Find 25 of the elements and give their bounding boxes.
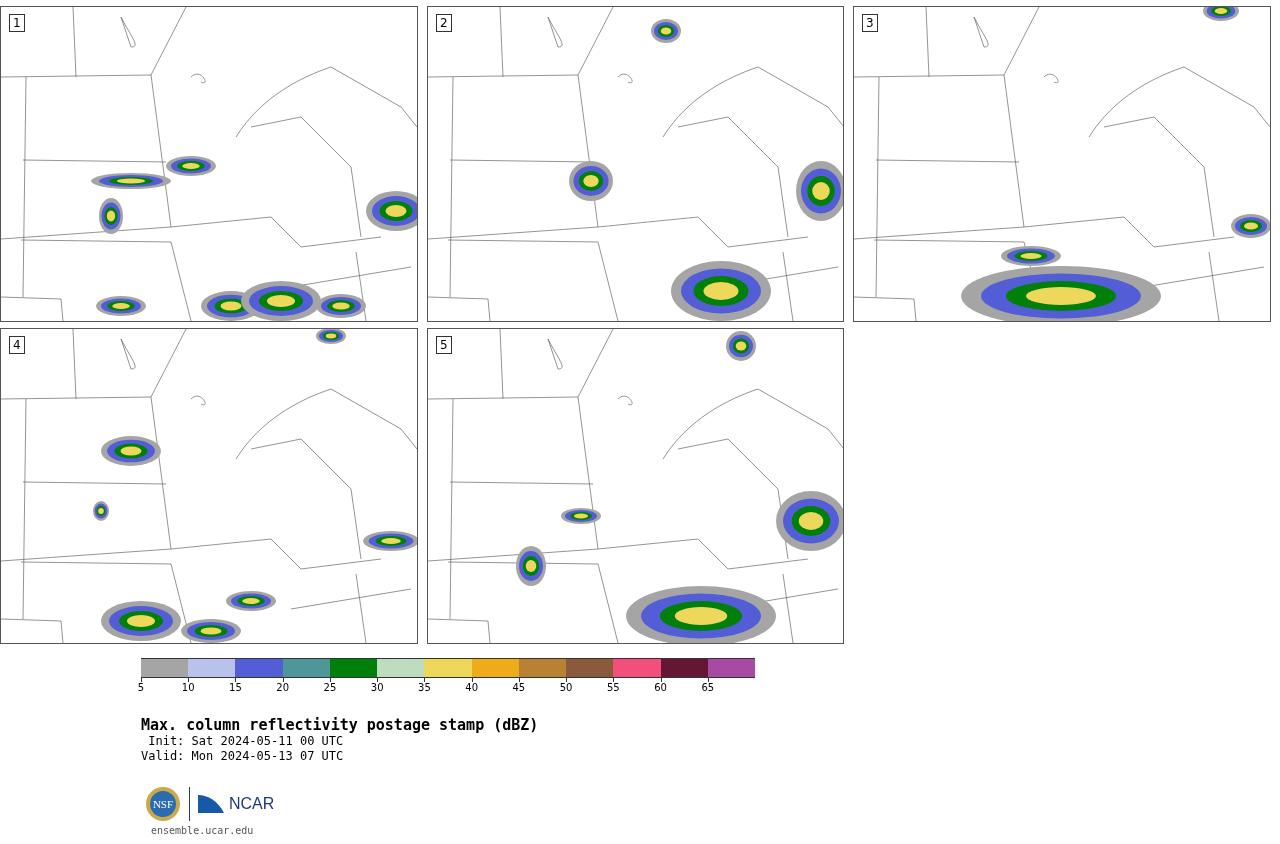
panel-number: 4 <box>9 336 25 354</box>
tick-label: 5 <box>137 682 145 694</box>
tick-label: 60 <box>654 682 667 694</box>
panel-number: 5 <box>436 336 452 354</box>
tick-label: 65 <box>701 682 715 694</box>
panel-number: 2 <box>436 14 452 32</box>
website-link[interactable]: ensemble.ucar.edu <box>151 824 1280 837</box>
valid-time: Valid: Mon 2024-05-13 07 UTC <box>141 749 345 764</box>
chart-title: Max. column reflectivity postage stamp (dBZ) <box>141 716 540 734</box>
nsf-logo: NSF <box>145 786 181 822</box>
tick-label: 45 <box>512 682 526 694</box>
tick-label: 35 <box>418 682 431 694</box>
swoosh-icon <box>198 795 224 813</box>
tick-label: 25 <box>323 682 337 694</box>
tick-label: 55 <box>607 682 620 694</box>
tick-label: 20 <box>276 682 290 694</box>
tick-label: 15 <box>229 682 242 694</box>
tick-label: 10 <box>181 682 195 694</box>
ncar-logo-text: NCAR <box>229 795 275 813</box>
init-time: Init: Sat 2024-05-11 00 UTC <box>147 734 345 749</box>
panel-number: 3 <box>862 14 878 32</box>
tick-label: 40 <box>465 682 478 694</box>
panel-number: 1 <box>9 14 25 32</box>
tick-label: 30 <box>370 682 384 694</box>
tick-label: 50 <box>559 682 573 694</box>
